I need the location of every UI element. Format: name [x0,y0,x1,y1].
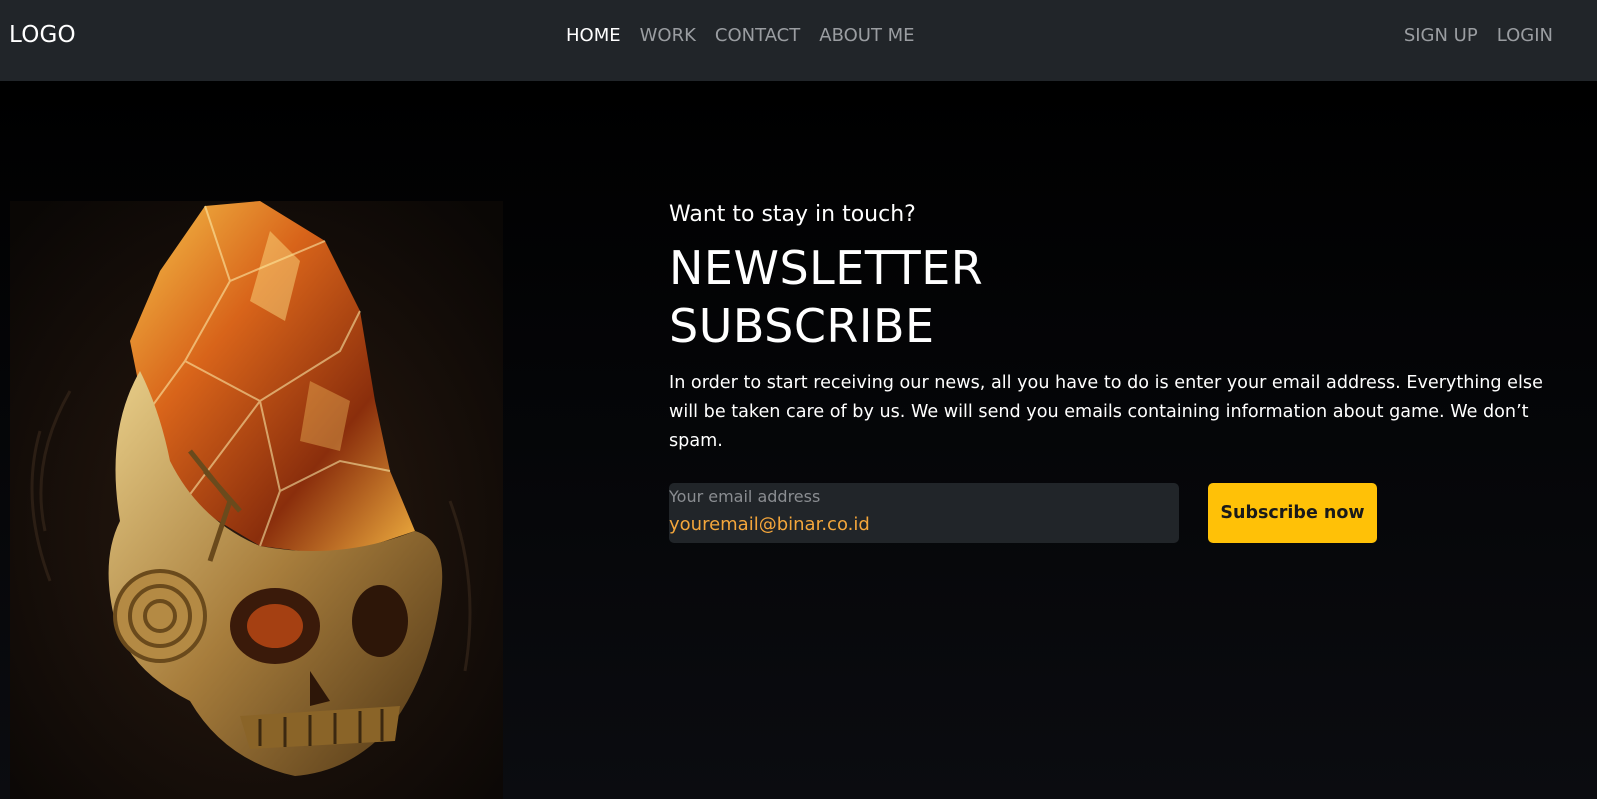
nav-work[interactable]: WORK [640,25,696,46]
sign-up-link[interactable]: SIGN UP [1404,25,1478,46]
nav-home[interactable]: HOME [566,25,621,46]
crystal-skull-illustration [10,201,503,799]
email-input[interactable] [669,511,1169,537]
newsletter-headline: NEWSLETTER SUBSCRIBE [669,241,984,353]
crystal-skull-image [10,201,503,799]
subscribe-button[interactable]: Subscribe now [1208,483,1377,543]
logo[interactable]: LOGO [9,22,76,48]
newsletter-description: In order to start receiving our news, al… [669,373,1543,451]
auth-nav: SIGN UP LOGIN [1404,25,1553,46]
newsletter-kicker: Want to stay in touch? [669,202,916,227]
main-nav: HOME WORK CONTACT ABOUT ME [566,25,915,46]
newsletter-content: Want to stay in touch? NEWSLETTER SUBSCR… [669,200,1549,543]
email-field[interactable]: Your email address [669,483,1179,543]
login-link[interactable]: LOGIN [1497,25,1553,46]
navbar: LOGO HOME WORK CONTACT ABOUT ME SIGN UP … [0,0,1597,81]
newsletter-section: Want to stay in touch? NEWSLETTER SUBSCR… [0,81,1597,799]
nav-about-me[interactable]: ABOUT ME [819,25,914,46]
email-label: Your email address [669,487,821,506]
subscribe-form: Your email address Subscribe now [669,483,1549,543]
nav-contact[interactable]: CONTACT [715,25,800,46]
